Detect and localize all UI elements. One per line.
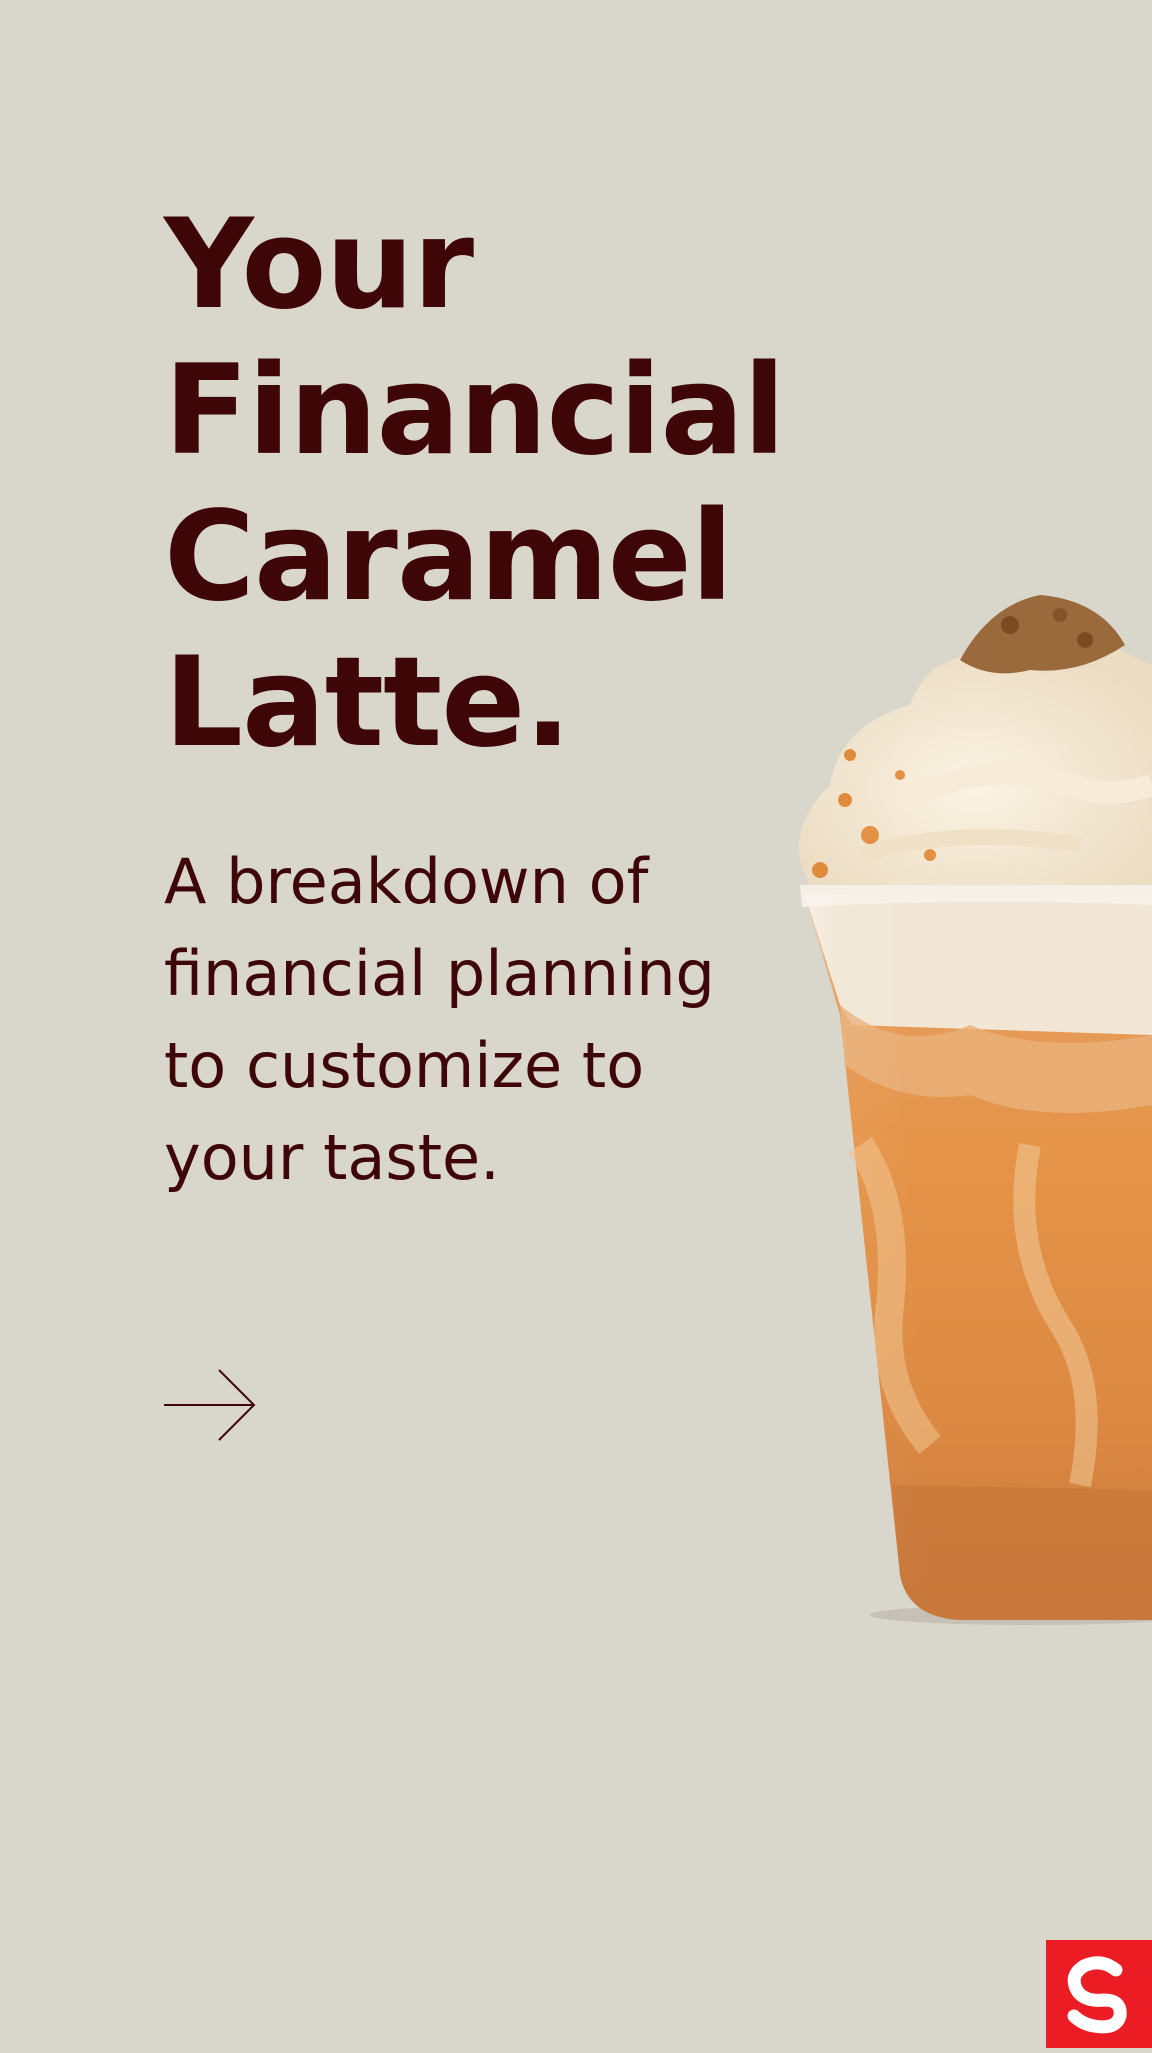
- subheading-line: A breakdown of: [164, 845, 649, 918]
- subheading-line: your taste.: [164, 1121, 500, 1194]
- subheading-line: financial planning: [164, 937, 715, 1010]
- subheading-line: to customize to: [164, 1029, 645, 1102]
- headline: Your Financial Caramel Latte.: [164, 192, 786, 776]
- headline-line: Caramel: [164, 485, 733, 629]
- subheading: A breakdown of financial planning to cus…: [164, 836, 715, 1204]
- arrow-right-icon[interactable]: [164, 1368, 258, 1442]
- caramel-latte-image: [780, 585, 1152, 1625]
- scotiabank-logo: [1046, 1940, 1152, 2048]
- headline-line: Latte.: [164, 631, 571, 775]
- headline-line: Financial: [164, 339, 786, 483]
- headline-line: Your: [164, 193, 474, 337]
